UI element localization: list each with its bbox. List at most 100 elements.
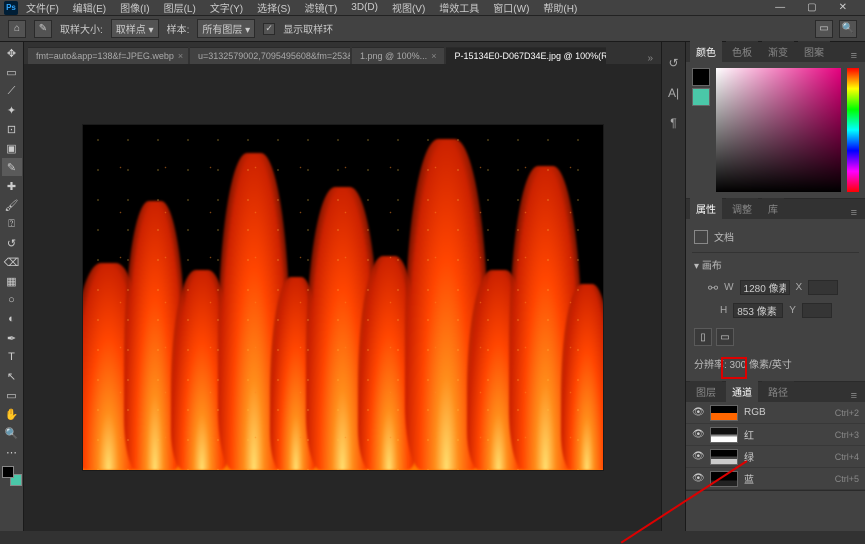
visibility-icon[interactable]: 👁 [692, 451, 704, 462]
home-icon[interactable]: ⌂ [8, 20, 26, 38]
visibility-icon[interactable]: 👁 [692, 429, 704, 440]
visibility-icon[interactable]: 👁 [692, 473, 704, 484]
tool-shape[interactable]: ▭ [2, 386, 22, 404]
y-input[interactable] [802, 303, 832, 318]
channel-shortcut: Ctrl+5 [835, 474, 859, 484]
canvas[interactable] [83, 125, 603, 470]
channel-name: 绿 [744, 449, 829, 464]
tool-pen[interactable]: ✒ [2, 329, 22, 347]
tool-history-brush[interactable]: ↺ [2, 234, 22, 252]
history-icon[interactable]: ↺ [665, 54, 683, 72]
canvas-section-label[interactable]: ▾ 画布 [694, 257, 722, 272]
channel-row-red[interactable]: 👁 红 Ctrl+3 [686, 424, 865, 446]
tool-lasso[interactable]: ⟋ [2, 82, 22, 100]
fg-color-swatch[interactable] [692, 68, 710, 86]
tool-zoom[interactable]: 🔍 [2, 424, 22, 442]
minimize-icon[interactable]: — [769, 2, 791, 13]
tool-type[interactable]: T [2, 348, 22, 366]
menu-image[interactable]: 图像(I) [114, 0, 155, 15]
tool-eraser[interactable]: ⌫ [2, 253, 22, 271]
tool-move[interactable]: ✥ [2, 44, 22, 62]
tool-wand[interactable]: ✦ [2, 101, 22, 119]
channel-thumb [710, 427, 738, 443]
tool-preset-icon[interactable]: ✎ [34, 20, 52, 38]
sample-size-label: 取样大小: [60, 21, 103, 36]
portrait-orientation-icon[interactable]: ▯ [694, 328, 712, 346]
panel-tab-gradients[interactable]: 渐变 [762, 41, 794, 62]
tab-close-icon[interactable]: × [431, 51, 436, 61]
sample-layers-select[interactable]: 所有图层 ▾ [197, 19, 255, 38]
menu-select[interactable]: 选择(S) [251, 0, 296, 15]
show-sampling-ring-checkbox[interactable] [263, 23, 275, 35]
channel-row-green[interactable]: 👁 绿 Ctrl+4 [686, 446, 865, 468]
channel-thumb [710, 405, 738, 421]
tool-brush[interactable]: 🖌 [2, 196, 22, 214]
width-input[interactable] [740, 280, 790, 295]
panel-tab-layers[interactable]: 图层 [690, 381, 722, 402]
y-label: Y [789, 305, 796, 316]
panel-tab-patterns[interactable]: 图案 [798, 41, 830, 62]
height-input[interactable] [733, 303, 783, 318]
panel-tab-libraries[interactable]: 库 [762, 198, 784, 219]
panel-tab-properties[interactable]: 属性 [690, 198, 722, 219]
menu-3d[interactable]: 3D(D) [345, 2, 384, 13]
workspace-icon[interactable]: ▭ [815, 20, 833, 38]
resolution-label: 分辨率: 300 像素/英寸 [694, 356, 792, 371]
menu-layer[interactable]: 图层(L) [158, 0, 202, 15]
menu-file[interactable]: 文件(F) [20, 0, 65, 15]
tab-close-icon[interactable]: × [178, 51, 183, 61]
panel-menu-icon[interactable]: ≡ [847, 207, 861, 219]
character-icon[interactable]: A| [665, 84, 683, 102]
tool-crop[interactable]: ⊡ [2, 120, 22, 138]
panel-tab-swatches[interactable]: 色板 [726, 41, 758, 62]
paragraph-icon[interactable]: ¶ [665, 114, 683, 132]
panel-tab-paths[interactable]: 路径 [762, 381, 794, 402]
tool-hand[interactable]: ✋ [2, 405, 22, 423]
color-picker-field[interactable] [716, 68, 841, 192]
tool-stamp[interactable]: ⍰ [2, 215, 22, 233]
panel-tab-adjustments[interactable]: 调整 [726, 198, 758, 219]
channel-row-rgb[interactable]: 👁 RGB Ctrl+2 [686, 402, 865, 424]
visibility-icon[interactable]: 👁 [692, 407, 704, 418]
canvas-area[interactable] [24, 64, 661, 531]
tab-overflow-icon[interactable]: » [643, 53, 657, 64]
hue-slider[interactable] [847, 68, 859, 192]
menu-help[interactable]: 帮助(H) [537, 0, 583, 15]
maximize-icon[interactable]: ▢ [801, 2, 822, 13]
tool-gradient[interactable]: ▦ [2, 272, 22, 290]
x-input[interactable] [808, 280, 838, 295]
panel-tab-channels[interactable]: 通道 [726, 381, 758, 402]
tab-3[interactable]: P-15134E0-D067D34E.jpg @ 100%(RGB/8) *× [446, 47, 606, 64]
menu-filter[interactable]: 滤镜(T) [299, 0, 344, 15]
menu-plugins[interactable]: 增效工具 [433, 0, 485, 15]
menu-type[interactable]: 文字(Y) [204, 0, 249, 15]
tool-healing[interactable]: ✚ [2, 177, 22, 195]
tool-dodge[interactable]: ◐ [2, 310, 22, 328]
sample-size-select[interactable]: 取样点 ▾ [111, 19, 159, 38]
foreground-color-swatch[interactable] [2, 466, 14, 478]
channel-shortcut: Ctrl+4 [835, 452, 859, 462]
close-icon[interactable]: ✕ [833, 2, 853, 13]
menu-edit[interactable]: 编辑(E) [67, 0, 112, 15]
panel-menu-icon[interactable]: ≡ [847, 50, 861, 62]
tab-2[interactable]: 1.png @ 100%...× [352, 47, 444, 64]
panel-menu-icon[interactable]: ≡ [847, 390, 861, 402]
tool-frame[interactable]: ▣ [2, 139, 22, 157]
tool-path[interactable]: ↖ [2, 367, 22, 385]
tool-eyedropper[interactable]: ✎ [2, 158, 22, 176]
panel-tab-color[interactable]: 颜色 [690, 41, 722, 62]
channel-row-blue[interactable]: 👁 蓝 Ctrl+5 [686, 468, 865, 490]
landscape-orientation-icon[interactable]: ▭ [716, 328, 734, 346]
link-icon[interactable]: ⚯ [708, 281, 718, 295]
menu-window[interactable]: 窗口(W) [487, 0, 535, 15]
tool-marquee[interactable]: ▭ [2, 63, 22, 81]
tool-more[interactable]: ⋯ [2, 443, 22, 461]
tab-1[interactable]: u=3132579002,7095495608&fm=253&fmt=auto&… [190, 47, 350, 64]
color-swatches[interactable] [2, 466, 22, 486]
search-icon[interactable]: 🔍 [839, 20, 857, 38]
bg-color-swatch[interactable] [692, 88, 710, 106]
document-icon [694, 230, 708, 244]
menu-view[interactable]: 视图(V) [386, 0, 431, 15]
tool-blur[interactable]: ○ [2, 291, 22, 309]
tab-0[interactable]: fmt=auto&app=138&f=JPEG.webp× [28, 47, 188, 64]
